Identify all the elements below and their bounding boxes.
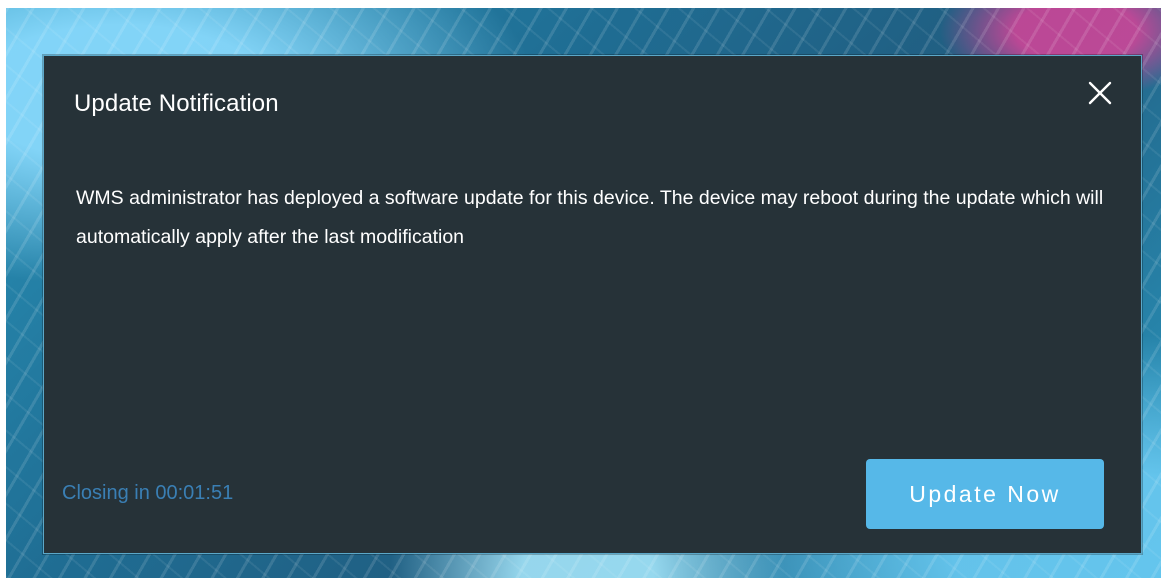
dialog-message: WMS administrator has deployed a softwar… (76, 187, 1104, 248)
close-icon (1088, 81, 1112, 105)
update-now-button[interactable]: Update Now (866, 459, 1104, 529)
closing-countdown: Closing in 00:01:51 (62, 482, 234, 504)
close-button[interactable] (1083, 76, 1117, 110)
dialog-title: Update Notification (74, 90, 279, 117)
desktop-background: Update Notification WMS administrator ha… (6, 8, 1161, 578)
update-notification-dialog: Update Notification WMS administrator ha… (43, 55, 1142, 554)
